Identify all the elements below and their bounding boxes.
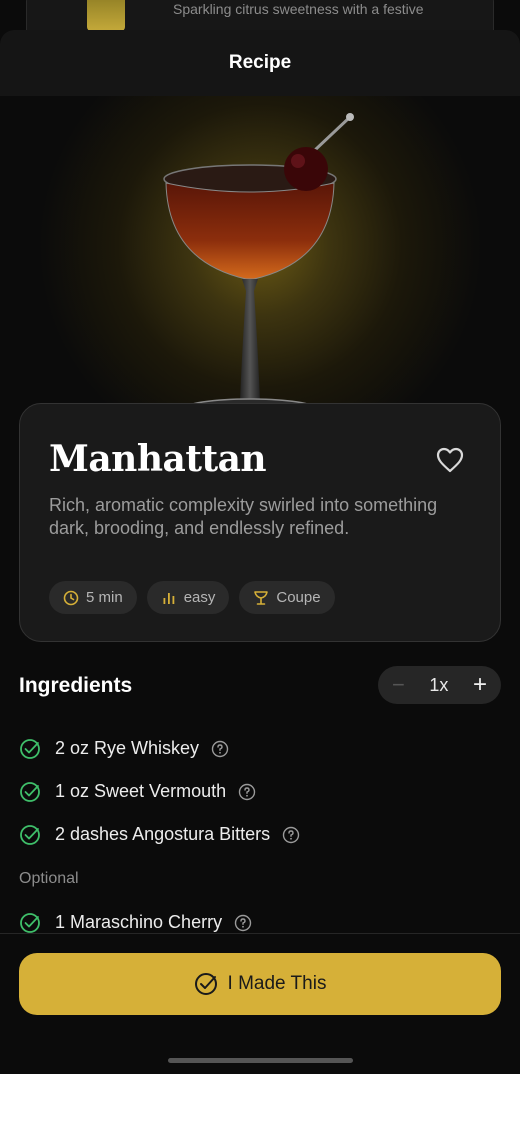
check-circle-icon: [20, 912, 40, 933]
help-circle-icon[interactable]: [234, 914, 252, 932]
ingredients-title: Ingredients: [19, 674, 133, 697]
ingredient-text: 1 oz Sweet Vermouth: [55, 781, 227, 801]
heart-icon: [436, 447, 464, 473]
check-circle-icon: [20, 781, 40, 802]
serving-multiplier-stepper: − 1x +: [378, 666, 501, 704]
optional-section-label: Optional: [19, 869, 79, 887]
favorite-button[interactable]: [434, 444, 466, 476]
glass-chip: Coupe: [239, 581, 335, 614]
bottom-action-bar: I Made This: [0, 933, 520, 1074]
ingredient-text: 2 dashes Angostura Bitters: [55, 824, 271, 844]
increase-servings-button[interactable]: +: [473, 671, 487, 699]
cocktail-hero-image: [0, 96, 520, 426]
check-circle-icon: [20, 824, 40, 845]
recipe-meta-chips: 5 min easy Coupe: [49, 581, 335, 614]
clock-icon: [63, 590, 79, 605]
cocktail-description: Rich, aromatic complexity swirled into s…: [49, 495, 438, 538]
ingredient-text: 2 oz Rye Whiskey: [55, 738, 200, 758]
help-circle-icon[interactable]: [282, 826, 300, 844]
recipe-info-card: Manhattan Rich, aromatic complexity swir…: [19, 403, 501, 642]
app-screen: Sparkling citrus sweetness with a festiv…: [0, 0, 520, 1074]
coupe-cocktail-illustration: [163, 113, 354, 420]
ingredients-list: 2 oz Rye Whiskey 1 oz Sweet Vermouth 2 d…: [19, 727, 501, 944]
i-made-this-button[interactable]: I Made This: [19, 953, 501, 1015]
help-circle-icon[interactable]: [238, 783, 256, 801]
serving-multiplier-value: 1x: [429, 674, 449, 695]
i-made-this-label: I Made This: [227, 973, 327, 994]
difficulty-label: easy: [183, 589, 216, 606]
ingredient-text: 1 Maraschino Cherry: [55, 912, 223, 932]
check-circle-icon: [20, 738, 40, 759]
difficulty-chip: easy: [146, 581, 230, 614]
ingredient-item[interactable]: 2 dashes Angostura Bitters: [19, 813, 501, 856]
cocktail-name: Manhattan: [49, 438, 267, 480]
home-indicator[interactable]: [168, 1058, 353, 1063]
ingredients-header: Ingredients − 1x +: [19, 666, 501, 706]
decrease-servings-button[interactable]: −: [392, 672, 405, 698]
recipe-sheet: Recipe Manhattan Rich, aromatic complexi…: [0, 30, 520, 1074]
coupe-glass-icon: [254, 590, 269, 605]
help-circle-icon[interactable]: [211, 740, 229, 758]
check-circle-icon: [194, 973, 217, 995]
ingredient-item[interactable]: 1 oz Sweet Vermouth: [19, 770, 501, 813]
background-recipe-thumbnail: [87, 0, 125, 31]
ingredient-item[interactable]: 2 oz Rye Whiskey: [19, 727, 501, 770]
time-label: 5 min: [86, 589, 123, 606]
sheet-title: Recipe: [228, 52, 292, 73]
bar-chart-icon: [163, 592, 174, 604]
time-chip: 5 min: [49, 581, 137, 614]
glass-label: Coupe: [276, 589, 321, 606]
sheet-header: Recipe: [0, 30, 520, 96]
background-recipe-description: Sparkling citrus sweetness with a festiv…: [173, 1, 424, 17]
